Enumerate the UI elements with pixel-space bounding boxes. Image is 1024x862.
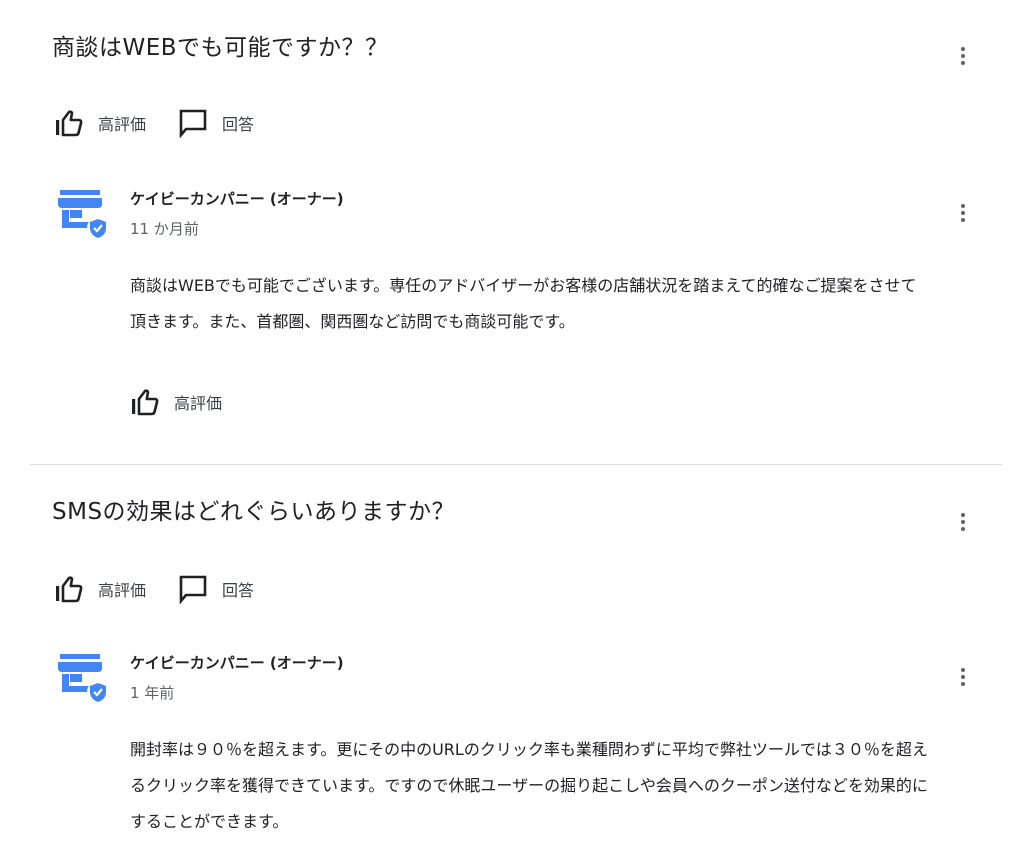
- answer-text: 商談はWEBでも可能でございます。専任のアドバイザーがお客様の店舗状況を踏まえて…: [130, 276, 917, 331]
- more-vert-icon[interactable]: [951, 510, 975, 534]
- thumb-up-icon: [56, 110, 83, 137]
- more-vert-icon[interactable]: [951, 665, 975, 689]
- answer-text: 開封率は９０％を超えます。更にその中のURLのクリック率も業種問わずに平均で弊社…: [130, 740, 928, 831]
- store-verified-icon: [58, 190, 109, 239]
- like-button[interactable]: 高評価: [130, 388, 222, 416]
- thumb-up-icon: [56, 576, 83, 603]
- more-vert-icon[interactable]: [951, 44, 975, 68]
- answer-time: 11 か月前: [130, 220, 199, 238]
- question-actions: 高評価 回答: [54, 574, 286, 604]
- answer-label: 回答: [222, 581, 255, 600]
- divider: [30, 464, 1002, 465]
- like-label: 高評価: [98, 581, 147, 600]
- answer-label: 回答: [222, 115, 255, 134]
- like-button[interactable]: 高評価: [54, 109, 146, 137]
- owner-name: ケイビーカンパニー (オーナー): [130, 654, 344, 672]
- comment-icon: [179, 575, 207, 604]
- like-label: 高評価: [98, 115, 147, 134]
- more-vert-icon[interactable]: [951, 201, 975, 225]
- like-label: 高評価: [174, 394, 223, 413]
- like-button[interactable]: 高評価: [54, 575, 146, 603]
- store-verified-icon: [58, 654, 109, 703]
- qa-page: 商談はWEBでも可能ですか？？ 高評価 回答 ケイビーカンパニー (オーナー) …: [0, 0, 1024, 862]
- question-actions: 高評価 回答: [54, 108, 286, 138]
- answer-button[interactable]: 回答: [178, 108, 254, 138]
- thumb-up-icon: [132, 389, 159, 416]
- answer-time: 1 年前: [130, 684, 175, 702]
- answer-button[interactable]: 回答: [178, 574, 254, 604]
- comment-icon: [179, 109, 207, 138]
- question-text: SMSの効果はどれぐらいありますか？: [52, 499, 456, 525]
- question-text: 商談はWEBでも可能ですか？？: [52, 35, 389, 61]
- owner-name: ケイビーカンパニー (オーナー): [130, 190, 344, 208]
- answer-actions: 高評価: [130, 388, 254, 416]
